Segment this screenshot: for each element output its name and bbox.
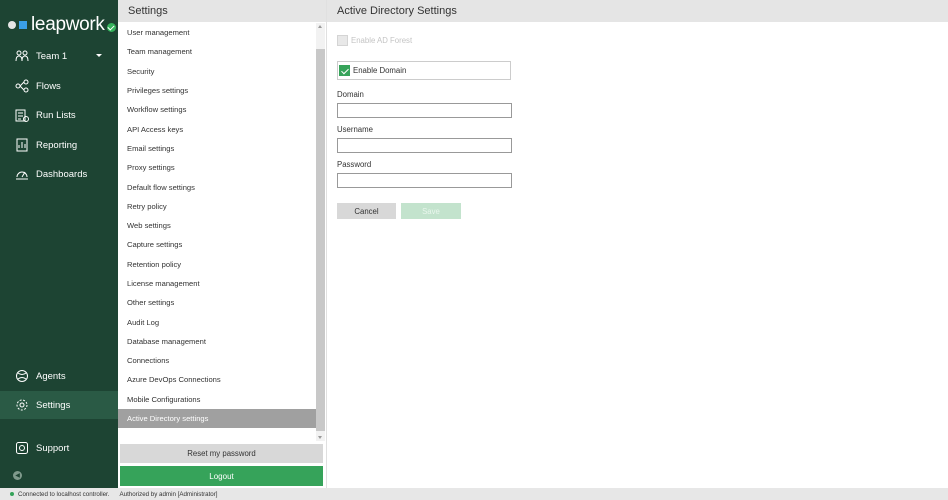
team-selector[interactable]: Team 1 [0, 42, 118, 70]
enable-ad-forest-checkbox[interactable] [337, 35, 348, 46]
settings-item-other[interactable]: Other settings [118, 293, 316, 312]
save-button[interactable]: Save [401, 203, 461, 219]
status-bar: Connected to localhost controller. Autho… [0, 488, 948, 500]
reset-password-button[interactable]: Reset my password [120, 444, 323, 463]
settings-item-mobile[interactable]: Mobile Configurations [118, 390, 316, 409]
settings-item-capture[interactable]: Capture settings [118, 235, 316, 254]
settings-item-audit-log[interactable]: Audit Log [118, 312, 316, 331]
settings-item-security[interactable]: Security [118, 62, 316, 81]
settings-panel: Settings User management Team management… [118, 0, 327, 488]
settings-item-connections[interactable]: Connections [118, 351, 316, 370]
settings-item-proxy[interactable]: Proxy settings [118, 158, 316, 177]
settings-item-default-flow[interactable]: Default flow settings [118, 177, 316, 196]
settings-item-license[interactable]: License management [118, 274, 316, 293]
enable-ad-forest-row: Enable AD Forest [337, 35, 412, 46]
nav-item-run-lists[interactable]: Run Lists [0, 101, 118, 129]
nav-item-dashboards[interactable]: Dashboards [0, 160, 118, 188]
nav-item-label: Support [36, 442, 70, 454]
settings-item-active-directory[interactable]: Active Directory settings [118, 408, 316, 429]
nav-item-support[interactable]: Support [0, 434, 118, 462]
authorized-text: Authorized by admin [Administrator] [119, 490, 218, 498]
settings-item-team-management[interactable]: Team management [118, 42, 316, 61]
settings-item-workflow[interactable]: Workflow settings [118, 100, 316, 119]
settings-item-privileges[interactable]: Privileges settings [118, 81, 316, 100]
settings-item-web[interactable]: Web settings [118, 216, 316, 235]
reporting-icon [15, 138, 29, 152]
username-input[interactable] [337, 138, 512, 153]
enable-domain-checkbox[interactable] [339, 65, 350, 76]
gear-icon [15, 398, 29, 412]
enable-domain-label: Enable Domain [353, 66, 407, 75]
leapwork-logo: leapwork [8, 14, 116, 36]
settings-item-retry-policy[interactable]: Retry policy [118, 197, 316, 216]
nav-item-settings[interactable]: Settings [0, 391, 118, 419]
nav-item-label: Flows [36, 80, 61, 92]
username-label: Username [337, 125, 373, 134]
enable-domain-row: Enable Domain [339, 65, 406, 76]
page-title: Active Directory Settings [327, 0, 948, 22]
connection-status-text: Connected to localhost controller. [18, 490, 110, 498]
scroll-down-icon[interactable] [318, 436, 322, 439]
settings-item-retention[interactable]: Retention policy [118, 255, 316, 274]
support-icon [15, 441, 29, 455]
settings-item-database[interactable]: Database management [118, 332, 316, 351]
cancel-button[interactable]: Cancel [337, 203, 396, 219]
app-window: leapwork Team 1 Flows Run Lists Reportin… [0, 0, 948, 500]
team-icon [15, 49, 29, 63]
logo-check-icon [106, 22, 116, 32]
nav-item-label: Dashboards [36, 168, 88, 180]
password-label: Password [337, 160, 372, 169]
nav-item-label: Run Lists [36, 109, 76, 121]
nav-item-label: Agents [36, 370, 66, 382]
settings-item-api-keys[interactable]: API Access keys [118, 119, 316, 138]
run-lists-icon [15, 108, 29, 122]
agents-icon [15, 369, 29, 383]
nav-item-label: Settings [36, 399, 71, 411]
nav-item-flows[interactable]: Flows [0, 72, 118, 100]
connection-status-icon [10, 492, 14, 496]
chevron-down-icon [96, 54, 102, 57]
settings-item-email[interactable]: Email settings [118, 139, 316, 158]
dashboards-icon [15, 167, 29, 181]
settings-scrollbar[interactable] [316, 23, 325, 441]
flows-icon [15, 79, 29, 93]
logout-button[interactable]: Logout [120, 466, 323, 486]
nav-item-agents[interactable]: Agents [0, 362, 118, 390]
logo-square-icon [19, 21, 27, 29]
domain-input[interactable] [337, 103, 512, 118]
scrollbar-thumb[interactable] [316, 49, 325, 431]
settings-item-user-management[interactable]: User management [118, 23, 316, 42]
domain-label: Domain [337, 90, 364, 99]
logo-dot-icon [8, 21, 16, 29]
collapse-nav-icon[interactable]: ◀ [13, 471, 22, 480]
active-directory-panel: Active Directory Settings Enable AD Fore… [327, 0, 948, 488]
team-label: Team 1 [36, 50, 68, 62]
enable-ad-forest-label: Enable AD Forest [351, 36, 413, 45]
settings-panel-title: Settings [118, 0, 326, 22]
scroll-up-icon[interactable] [318, 25, 322, 28]
nav-item-reporting[interactable]: Reporting [0, 131, 118, 159]
nav-item-label: Reporting [36, 139, 78, 151]
settings-item-azure-devops[interactable]: Azure DevOps Connections [118, 370, 316, 389]
logo-text: leapwork [31, 14, 105, 35]
settings-list: User management Team management Security… [118, 23, 316, 429]
main-nav: leapwork Team 1 Flows Run Lists Reportin… [0, 0, 118, 488]
password-input[interactable] [337, 173, 512, 188]
